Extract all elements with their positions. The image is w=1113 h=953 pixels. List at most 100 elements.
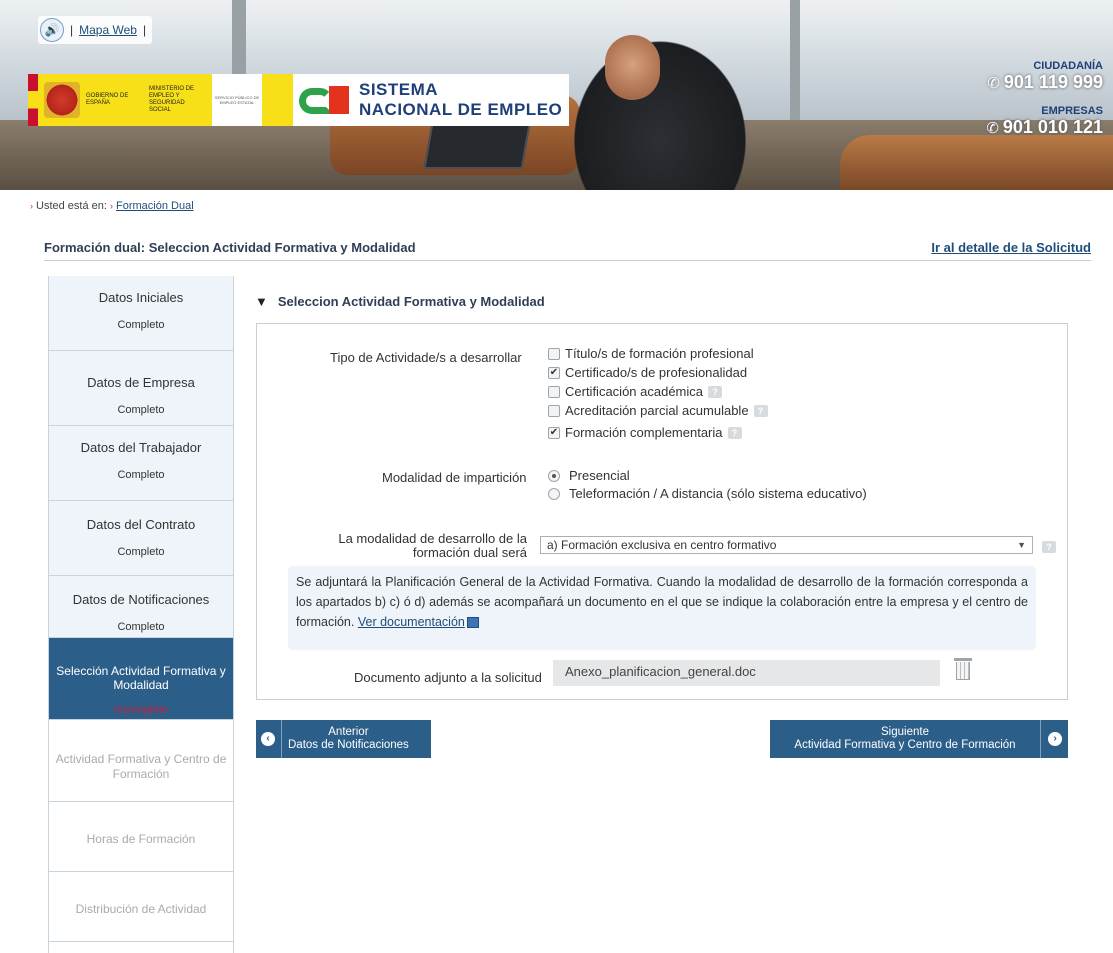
- step-name: Distribución de Actividad: [75, 902, 207, 916]
- sne-line2: NACIONAL DE EMPLEO: [359, 100, 563, 119]
- step-name: Selección Actividad Formativa y Modalida…: [56, 664, 226, 692]
- option-label: Certificado/s de profesionalidad: [565, 365, 748, 380]
- anterior-line1: Anterior: [328, 726, 369, 738]
- modalidad-label: Modalidad de impartición: [382, 470, 527, 485]
- mapa-web-link[interactable]: Mapa Web: [79, 23, 137, 37]
- checkbox-checked[interactable]: ✔: [548, 426, 560, 439]
- step-horas-formacion: Horas de Formación: [49, 802, 233, 872]
- step-seleccion-actividad[interactable]: Selección Actividad Formativa y Modalida…: [49, 638, 233, 720]
- ministerio-text: MINISTERIO DE EMPLEO Y SEGURIDAD SOCIAL: [149, 86, 195, 113]
- option-titulo-fp[interactable]: Título/s de formación profesional: [548, 346, 754, 361]
- ciudadania-phone: ✆ 901 119 999: [986, 72, 1103, 93]
- checkbox[interactable]: [548, 404, 560, 417]
- steps-nav: Datos Iniciales Completo Datos de Empres…: [48, 276, 234, 953]
- option-teleformacion[interactable]: Teleformación / A distancia (sólo sistem…: [548, 486, 867, 501]
- phone-icon: ✆: [986, 120, 999, 137]
- step-datos-trabajador[interactable]: Datos del Trabajador Completo: [49, 426, 233, 501]
- speaker-icon[interactable]: 🔊: [40, 18, 64, 42]
- empresas-phone: ✆ 901 010 121: [986, 117, 1103, 138]
- step-name: Actividad Formativa y Centro de Formació…: [55, 752, 227, 781]
- checkbox[interactable]: [548, 347, 560, 360]
- option-certificacion-academica[interactable]: Certificación académica ?: [548, 384, 723, 399]
- empresas-label: EMPRESAS: [1041, 105, 1103, 117]
- sne-text: SISTEMA NACIONAL DE EMPLEO: [359, 80, 562, 120]
- desarrollo-select[interactable]: a) Formación exclusiva en centro formati…: [540, 536, 1033, 554]
- page-title: Formación dual: Seleccion Actividad Form…: [44, 240, 416, 255]
- option-label: Título/s de formación profesional: [565, 346, 754, 361]
- step-datos-notificaciones[interactable]: Datos de Notificaciones Completo: [49, 576, 233, 638]
- option-acreditacion-parcial[interactable]: Acreditación parcial acumulable ?: [548, 403, 768, 418]
- detalle-solicitud-link[interactable]: Ir al detalle de la Solicitud: [931, 240, 1091, 255]
- banner-sofa: [840, 135, 1113, 190]
- gobierno-logo[interactable]: GOBIERNO DE ESPAÑA MINISTERIO DE EMPLEO …: [28, 74, 293, 126]
- section-title: Seleccion Actividad Formativa y Modalida…: [277, 294, 545, 309]
- step-name: Horas de Formación: [86, 832, 196, 846]
- banner-person-head: [605, 35, 660, 100]
- external-link-icon[interactable]: [466, 617, 479, 629]
- help-icon[interactable]: ?: [708, 385, 723, 398]
- option-label: Formación complementaria: [565, 425, 723, 440]
- step-name: Datos Iniciales: [98, 290, 184, 305]
- chevron-down-icon: ▼: [1017, 540, 1026, 550]
- help-icon[interactable]: ?: [1042, 541, 1056, 553]
- anterior-button[interactable]: ‹ Anterior Datos de Notificaciones: [256, 720, 431, 758]
- option-label: Presencial: [569, 468, 630, 483]
- sne-logo[interactable]: SISTEMA NACIONAL DE EMPLEO: [293, 74, 569, 126]
- siguiente-label: Siguiente Actividad Formativa y Centro d…: [770, 726, 1040, 752]
- graduation-cap-icon: ▼: [255, 294, 268, 309]
- select-value: a) Formación exclusiva en centro formati…: [547, 538, 777, 552]
- title-divider: [44, 260, 1091, 261]
- gobierno-text: GOBIERNO DE ESPAÑA: [86, 93, 129, 106]
- tipo-actividad-label: Tipo de Actividade/s a desarrollar: [330, 350, 522, 365]
- desarrollo-label: La modalidad de desarrollo de la formaci…: [335, 532, 527, 560]
- empresas-phone-number: 901 010 121: [1002, 117, 1103, 137]
- button-separator: [1040, 720, 1041, 758]
- section-header: ▼ Seleccion Actividad Formativa y Modali…: [255, 294, 545, 309]
- option-formacion-complementaria[interactable]: ✔ Formación complementaria ?: [548, 425, 742, 440]
- option-label: Certificación académica: [565, 384, 704, 399]
- desarrollo-label-line2: formación dual será: [412, 545, 527, 560]
- step-datos-iniciales[interactable]: Datos Iniciales Completo: [49, 276, 233, 351]
- step-status: Incompleto: [114, 704, 168, 716]
- chevron-right-icon: ›: [1048, 732, 1062, 746]
- step-status: Completo: [117, 621, 165, 633]
- option-certificado-profesionalidad[interactable]: ✔ Certificado/s de profesionalidad: [548, 365, 747, 380]
- step-datos-contrato[interactable]: Datos del Contrato Completo: [49, 501, 233, 576]
- desarrollo-label-line1: La modalidad de desarrollo de la: [338, 531, 527, 546]
- sne-mark-icon: [299, 82, 351, 118]
- step-name: Datos del Trabajador: [80, 440, 202, 455]
- step-name: Datos de Empresa: [87, 375, 195, 390]
- radio-selected[interactable]: [548, 469, 560, 482]
- checkbox-checked[interactable]: ✔: [548, 366, 560, 379]
- siguiente-button[interactable]: Siguiente Actividad Formativa y Centro d…: [770, 720, 1068, 758]
- top-links: 🔊 | Mapa Web |: [38, 16, 153, 44]
- help-icon[interactable]: ?: [727, 426, 742, 439]
- step-status: Completo: [117, 469, 165, 481]
- ciudadania-phone-number: 901 119 999: [1003, 72, 1103, 92]
- sepe-text: SERVICIO PÚBLICO DE EMPLEO ESTATAL: [212, 74, 262, 126]
- breadcrumb-link-formacion-dual[interactable]: Formación Dual: [116, 200, 194, 212]
- help-icon[interactable]: ?: [753, 404, 768, 417]
- option-label: Teleformación / A distancia (sólo sistem…: [569, 486, 867, 501]
- radio[interactable]: [548, 487, 560, 500]
- option-label: Acreditación parcial acumulable: [565, 403, 749, 418]
- trash-icon[interactable]: [954, 658, 972, 680]
- coat-of-arms-icon: [44, 82, 80, 118]
- info-box: Se adjuntará la Planificación General de…: [288, 566, 1036, 650]
- documento-field[interactable]: Anexo_planificacion_general.doc: [553, 660, 940, 686]
- step-status: Completo: [117, 319, 165, 331]
- option-presencial[interactable]: Presencial: [548, 468, 630, 483]
- breadcrumb-arrow-icon: ›: [30, 201, 33, 211]
- separator: |: [142, 23, 147, 37]
- documento-label: Documento adjunto a la solicitud: [354, 670, 542, 685]
- siguiente-line2: Actividad Formativa y Centro de Formació…: [794, 739, 1016, 751]
- breadcrumb-prefix: Usted está en:: [36, 200, 107, 212]
- ver-documentacion-link[interactable]: Ver documentación: [358, 615, 465, 629]
- step-datos-empresa[interactable]: Datos de Empresa Completo: [49, 351, 233, 426]
- breadcrumb-arrow-icon: ›: [110, 201, 113, 211]
- step-distribucion-actividad: Distribución de Actividad: [49, 872, 233, 942]
- phone-icon: ✆: [987, 75, 1000, 92]
- checkbox[interactable]: [548, 385, 560, 398]
- breadcrumb: › Usted está en: › Formación Dual: [30, 200, 194, 212]
- step-name: Datos de Notificaciones: [72, 592, 210, 607]
